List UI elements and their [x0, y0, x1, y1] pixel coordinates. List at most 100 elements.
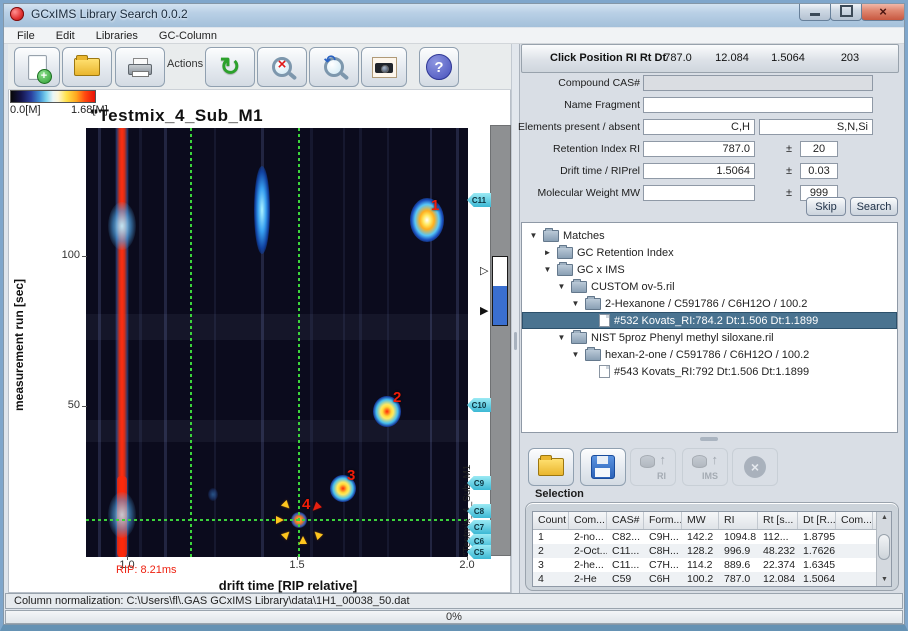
- close-button[interactable]: ×: [861, 2, 905, 21]
- divider-grip-icon: [514, 332, 517, 350]
- ri-tolerance-field[interactable]: [800, 141, 838, 157]
- drift-time-field[interactable]: [643, 163, 755, 179]
- scroll-up-icon[interactable]: ▲: [877, 512, 892, 524]
- cell-count: 2: [533, 544, 569, 558]
- menu-item[interactable]: Libraries: [96, 30, 138, 42]
- tree-item[interactable]: #543 Kovats_RI:792 Dt:1.506 Dt:1.1899: [522, 363, 897, 380]
- folder-icon: [543, 230, 559, 242]
- search-button[interactable]: Search: [850, 197, 898, 216]
- tree-item[interactable]: ▼ GC x IMS: [522, 261, 897, 278]
- table-row[interactable]: 2 2-Oct... C11... C8H... 128.2 996.9 48.…: [533, 544, 891, 558]
- cell-cas: C11...: [607, 544, 644, 558]
- table-header-cell[interactable]: Rt [s...: [758, 512, 798, 529]
- y-axis-label: measurement run [sec]: [12, 252, 28, 437]
- undo-zoom-button[interactable]: ↶: [309, 47, 359, 87]
- tree-item[interactable]: ▼ hexan-2-one / C591786 / C6H12O / 100.2: [522, 346, 897, 363]
- table-header-cell[interactable]: Com...: [569, 512, 607, 529]
- scrollbar-thumb[interactable]: [878, 534, 890, 560]
- tree-item[interactable]: ▼ 2-Hexanone / C591786 / C6H12O / 100.2: [522, 295, 897, 312]
- heatmap-plot[interactable]: 1234: [86, 128, 468, 557]
- table-header-row: CountCom...CAS#Form...MWRIRt [s...Dt [R.…: [533, 512, 891, 530]
- dt-plusminus: ±: [786, 165, 792, 177]
- dt-tolerance-field[interactable]: [800, 163, 838, 179]
- tree-item[interactable]: ▼ NIST 5proz Phenyl methyl siloxane.ril: [522, 329, 897, 346]
- range-upper-handle-icon[interactable]: ▷: [480, 266, 488, 277]
- maximize-button[interactable]: [830, 2, 862, 21]
- new-file-button[interactable]: +: [14, 47, 60, 87]
- cell-compound: 2-He: [569, 572, 607, 586]
- tree-item[interactable]: ► GC Retention Index: [522, 244, 897, 261]
- heatmap-streak: [359, 128, 362, 557]
- elements-present-field[interactable]: [643, 119, 755, 135]
- folder-icon: [585, 298, 601, 310]
- skip-button[interactable]: Skip: [806, 197, 846, 216]
- cas-field[interactable]: [643, 75, 873, 91]
- matches-tree: ▼ Matches ► GC Retention Index ▼ GC x IM…: [521, 222, 898, 433]
- table-row[interactable]: 1 2-no... C82... C9H... 142.2 1094.8 112…: [533, 530, 891, 544]
- export-ims-button[interactable]: ↑ IMS: [682, 448, 728, 486]
- load-selection-button[interactable]: [528, 448, 574, 486]
- expander-icon[interactable]: ▼: [570, 299, 581, 308]
- delete-selection-button[interactable]: ×: [732, 448, 778, 486]
- menu-item[interactable]: Edit: [56, 30, 75, 42]
- cas-label: Compound CAS#: [514, 75, 640, 91]
- table-header-cell[interactable]: Form...: [644, 512, 682, 529]
- ri-field[interactable]: [643, 141, 755, 157]
- expander-icon[interactable]: ▼: [556, 282, 567, 291]
- name-fragment-field[interactable]: [643, 97, 873, 113]
- menu-item[interactable]: GC-Column: [159, 30, 217, 42]
- heatmap-streak: [86, 314, 468, 340]
- click-marker-arrow: [281, 500, 295, 514]
- column-marker-badge: C5: [467, 545, 491, 559]
- refresh-button[interactable]: ↻: [205, 47, 255, 87]
- table-header-cell[interactable]: Dt [R...: [798, 512, 836, 529]
- clear-zoom-button[interactable]: ×: [257, 47, 307, 87]
- zoom-range-slider[interactable]: [492, 256, 508, 326]
- export-ri-button[interactable]: ↑ RI: [630, 448, 676, 486]
- expander-icon[interactable]: ►: [542, 248, 553, 257]
- tree-item[interactable]: #532 Kovats_RI:784.2 Dt:1.506 Dt:1.1899: [522, 312, 897, 329]
- scroll-down-icon[interactable]: ▼: [877, 574, 892, 586]
- table-scrollbar[interactable]: ▲ ▼: [876, 512, 891, 586]
- expander-icon[interactable]: ▼: [528, 231, 539, 240]
- table-header-cell[interactable]: Com...: [836, 512, 873, 529]
- click-position-rt: 12.084: [706, 52, 758, 64]
- expander-icon[interactable]: ▼: [542, 265, 553, 274]
- minimize-button[interactable]: [799, 2, 831, 21]
- click-position-ri: 787.0: [650, 52, 706, 64]
- table-header-cell[interactable]: Count: [533, 512, 569, 529]
- title-bar[interactable]: GCxIMS Library Search 0.0.2: [1, 1, 907, 27]
- print-button[interactable]: [115, 47, 165, 87]
- crosshair-guide-line: [190, 128, 192, 557]
- tree-item[interactable]: ▼ CUSTOM ov-5.ril: [522, 278, 897, 295]
- open-file-button[interactable]: [62, 47, 112, 87]
- mw-field[interactable]: [643, 185, 755, 201]
- heatmap-streak: [164, 128, 167, 557]
- cell-dt: 1.8795: [798, 530, 836, 544]
- close-icon: ×: [879, 5, 887, 18]
- menu-item[interactable]: File: [17, 30, 35, 42]
- tree-divider-grip[interactable]: [700, 437, 718, 441]
- refresh-icon: ↻: [220, 55, 241, 80]
- table-header-cell[interactable]: CAS#: [607, 512, 644, 529]
- table-header-cell[interactable]: MW: [682, 512, 719, 529]
- expander-icon[interactable]: ▼: [556, 333, 567, 342]
- tree-item[interactable]: ▼ Matches: [522, 227, 897, 244]
- table-row[interactable]: 4 2-He C59 C6H 100.2 787.0 12.084 1.5064: [533, 572, 891, 586]
- range-lower-handle-icon[interactable]: ▶: [480, 306, 488, 317]
- rip-glow: [108, 202, 136, 250]
- help-button[interactable]: ?: [419, 47, 459, 87]
- save-selection-button[interactable]: [580, 448, 626, 486]
- cell-cas: C11...: [607, 558, 644, 572]
- x-axis-label: drift time [RIP relative]: [188, 578, 388, 593]
- folder-icon: [557, 264, 573, 276]
- elements-absent-field[interactable]: [759, 119, 873, 135]
- zoom-range-track[interactable]: [490, 125, 511, 556]
- x-axis-tick: 2.0: [452, 559, 482, 571]
- table-row[interactable]: 3 2-he... C11... C7H... 114.2 889.6 22.3…: [533, 558, 891, 572]
- ri-label: Retention Index RI: [514, 141, 640, 157]
- snapshot-button[interactable]: [361, 47, 407, 87]
- camera-icon: [372, 57, 397, 78]
- table-header-cell[interactable]: RI: [719, 512, 758, 529]
- expander-icon[interactable]: ▼: [570, 350, 581, 359]
